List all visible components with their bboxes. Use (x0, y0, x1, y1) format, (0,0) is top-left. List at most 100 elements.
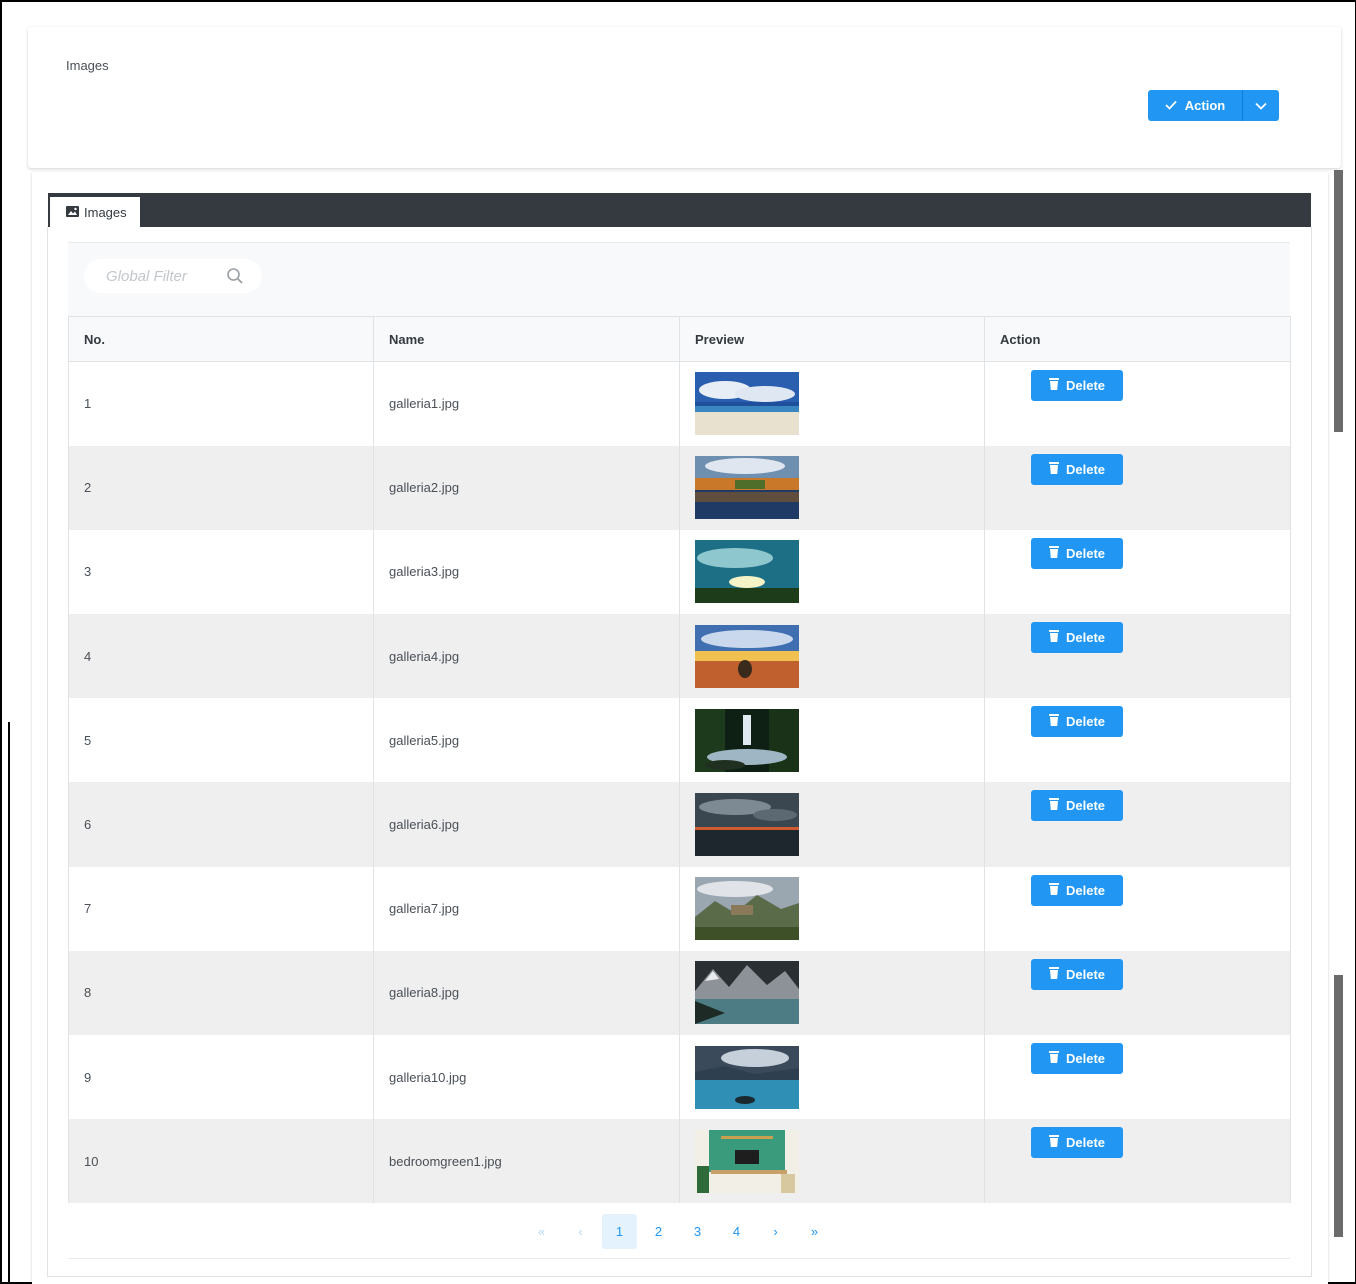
scrollbar-thumb-top[interactable] (1334, 170, 1343, 432)
global-filter-input[interactable] (106, 267, 226, 285)
preview-thumbnail[interactable] (695, 624, 799, 688)
cell-action: Delete (984, 950, 1291, 1035)
header-card: Images Action (28, 27, 1341, 168)
cell-name: bedroomgreen1.jpg (373, 1119, 680, 1204)
table-row: 4 galleria4.jpg Delete (68, 614, 1291, 699)
column-header-action[interactable]: Action (984, 316, 1291, 362)
delete-button-label: Delete (1065, 1051, 1106, 1066)
preview-thumbnail[interactable] (695, 877, 799, 941)
page-1-button[interactable]: 1 (602, 1213, 637, 1249)
preview-thumbnail[interactable] (695, 961, 799, 1025)
cell-action: Delete (984, 614, 1291, 699)
page-3-button[interactable]: 3 (680, 1214, 715, 1249)
pagination: « ‹ 1 2 3 4 › » (524, 1213, 832, 1249)
cell-action: Delete (984, 782, 1291, 867)
cell-preview (679, 614, 985, 699)
delete-button[interactable]: Delete (1031, 874, 1123, 906)
delete-button[interactable]: Delete (1031, 453, 1123, 485)
page-next-button[interactable]: › (758, 1214, 793, 1249)
page-prev-button[interactable]: ‹ (563, 1214, 598, 1249)
cell-no: 6 (68, 782, 374, 867)
tab-images[interactable]: Images (50, 197, 140, 228)
delete-button-label: Delete (1065, 378, 1106, 393)
cell-name: galleria1.jpg (373, 361, 680, 446)
delete-button[interactable]: Delete (1031, 370, 1123, 401)
paginator-divider (68, 1258, 1290, 1259)
column-header-no[interactable]: No. (68, 316, 374, 362)
delete-button[interactable]: Delete (1031, 1127, 1123, 1159)
check-icon (1165, 98, 1177, 113)
cell-action: Delete (984, 529, 1291, 615)
cell-name: galleria10.jpg (373, 1035, 680, 1120)
page-first-button[interactable]: « (524, 1214, 559, 1249)
page-4-button[interactable]: 4 (719, 1214, 754, 1249)
chevron-down-icon (1255, 97, 1267, 115)
cell-name: galleria4.jpg (373, 614, 680, 699)
preview-thumbnail[interactable] (695, 540, 799, 604)
trash-icon (1048, 881, 1059, 898)
table-row: 3 galleria3.jpg Delete (68, 529, 1291, 615)
cell-action: Delete (984, 866, 1291, 951)
table-body: 1 galleria1.jpg Delete 2 galleria2.jpg Delete… (68, 361, 1291, 1204)
cell-preview (679, 529, 985, 615)
cell-action: Delete (984, 445, 1291, 530)
trash-icon (1048, 713, 1059, 729)
image-icon (66, 205, 79, 220)
table-row: 5 galleria5.jpg Delete (68, 698, 1291, 783)
delete-button-label: Delete (1065, 461, 1106, 477)
delete-button-label: Delete (1065, 1135, 1106, 1151)
delete-button-label: Delete (1065, 630, 1106, 646)
cell-no: 3 (68, 529, 374, 615)
cell-name: galleria3.jpg (373, 529, 680, 615)
page-2-button[interactable]: 2 (641, 1214, 676, 1249)
trash-icon (1048, 965, 1059, 982)
preview-thumbnail[interactable] (695, 1129, 799, 1193)
cell-preview (679, 1035, 985, 1120)
delete-button[interactable]: Delete (1031, 958, 1123, 990)
preview-thumbnail[interactable] (695, 372, 799, 436)
action-button[interactable]: Action (1148, 90, 1242, 121)
page-last-button[interactable]: » (797, 1214, 832, 1249)
trash-icon (1048, 544, 1059, 561)
cell-preview (679, 950, 985, 1035)
delete-button[interactable]: Delete (1031, 790, 1123, 822)
table-header-row: No. Name Preview Action (68, 316, 1291, 362)
delete-button[interactable]: Delete (1031, 537, 1123, 569)
tab-images-label: Images (84, 205, 127, 220)
cell-no: 5 (68, 698, 374, 783)
preview-thumbnail[interactable] (695, 793, 799, 857)
cell-preview (679, 866, 985, 951)
cell-no: 7 (68, 866, 374, 951)
trash-icon (1048, 377, 1059, 393)
tab-bar: Images (48, 193, 1311, 228)
trash-icon (1048, 460, 1059, 477)
delete-button-label: Delete (1065, 545, 1106, 561)
preview-thumbnail[interactable] (695, 708, 799, 772)
trash-icon (1048, 629, 1059, 645)
images-table: No. Name Preview Action 1 galleria1.jpg De… (68, 316, 1291, 1204)
action-button-label: Action (1184, 98, 1226, 113)
delete-button[interactable]: Delete (1031, 1043, 1123, 1074)
preview-thumbnail[interactable] (695, 1045, 799, 1109)
cell-preview (679, 698, 985, 783)
action-split-button: Action (1148, 90, 1279, 121)
cell-action: Delete (984, 698, 1291, 783)
global-filter (84, 259, 262, 293)
search-icon (226, 267, 244, 290)
delete-button[interactable]: Delete (1031, 622, 1123, 654)
table-row: 1 galleria1.jpg Delete (68, 361, 1291, 446)
preview-thumbnail[interactable] (695, 456, 799, 520)
cell-name: galleria6.jpg (373, 782, 680, 867)
table-toolbar (68, 242, 1290, 316)
delete-button[interactable]: Delete (1031, 706, 1123, 738)
scrollbar-thumb-bottom[interactable] (1334, 975, 1343, 1237)
table-row: 6 galleria6.jpg Delete (68, 782, 1291, 867)
cell-no: 10 (68, 1119, 374, 1204)
table-row: 7 galleria7.jpg Delete (68, 866, 1291, 951)
table-row: 10 bedroomgreen1.jpg Delete (68, 1119, 1291, 1204)
action-dropdown-button[interactable] (1242, 90, 1279, 121)
page-title: Images (66, 58, 109, 73)
column-header-preview[interactable]: Preview (679, 316, 985, 362)
column-header-name[interactable]: Name (373, 316, 680, 362)
trash-icon (1048, 797, 1059, 813)
